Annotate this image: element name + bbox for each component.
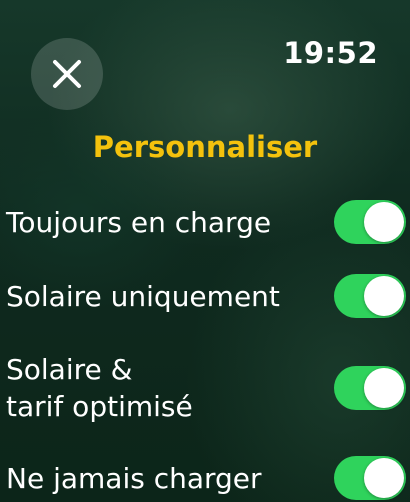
option-label: Toujours en charge <box>6 205 272 239</box>
toggle-knob <box>364 458 404 498</box>
option-label: Ne jamais charger <box>6 461 262 495</box>
toggle-solar-optimized-tariff[interactable] <box>334 366 406 410</box>
close-button[interactable] <box>31 38 103 110</box>
option-row-solar-only[interactable]: Solaire uniquement <box>0 274 410 318</box>
option-label: Solaire & tarif optimisé <box>6 353 193 423</box>
option-row-always-charge[interactable]: Toujours en charge <box>0 200 410 244</box>
close-icon <box>53 60 81 88</box>
clock-time: 19:52 <box>283 36 378 70</box>
option-row-never-charge[interactable]: Ne jamais charger <box>0 456 410 500</box>
toggle-knob <box>364 202 404 242</box>
option-row-solar-optimized-tariff[interactable]: Solaire & tarif optimisé <box>0 350 410 426</box>
page-title: Personnaliser <box>92 130 318 164</box>
option-label: Solaire uniquement <box>6 279 280 313</box>
toggle-always-charge[interactable] <box>334 200 406 244</box>
toggle-knob <box>364 368 404 408</box>
toggle-never-charge[interactable] <box>334 456 406 500</box>
toggle-knob <box>364 276 404 316</box>
toggle-solar-only[interactable] <box>334 274 406 318</box>
